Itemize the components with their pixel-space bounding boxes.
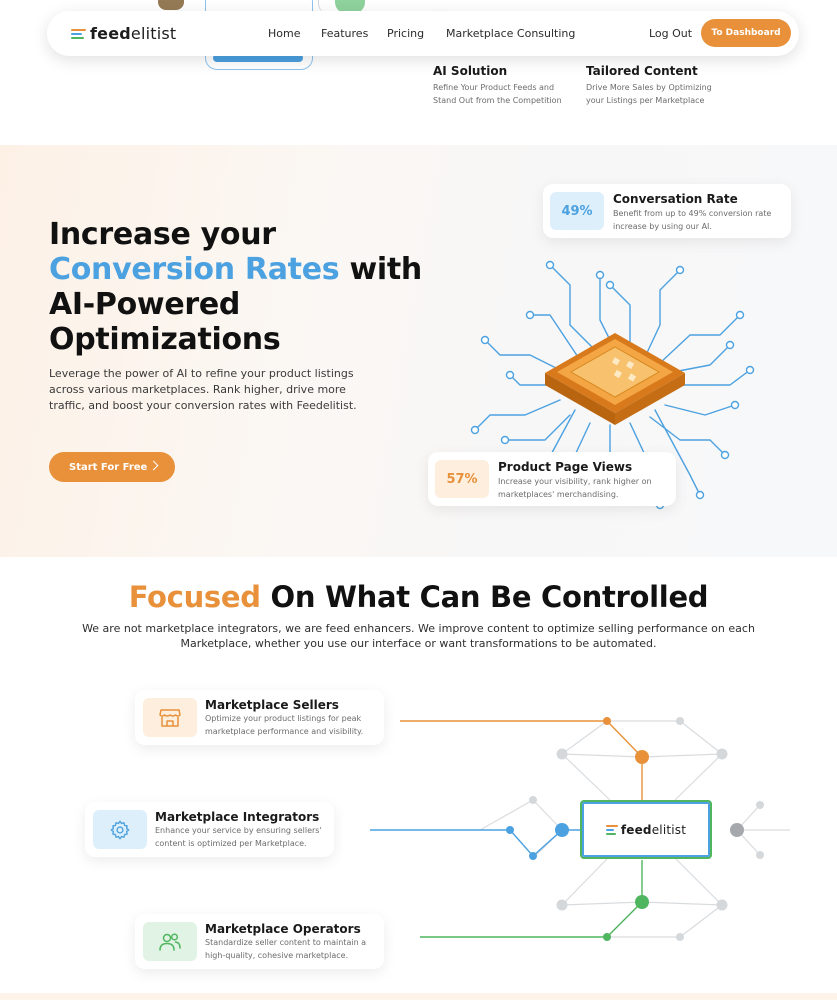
stat-card-conversion: 49% Conversation Rate Benefit from up to…: [543, 184, 791, 238]
top-navbar: feedelitist Home Features Pricing Market…: [47, 11, 799, 56]
stat-desc: Increase your visibility, rank higher on…: [498, 477, 652, 499]
users-icon: [143, 922, 197, 961]
nav-link-marketplace-consulting[interactable]: Marketplace Consulting: [446, 27, 575, 40]
start-for-free-label: Start For Free: [69, 461, 148, 473]
role-desc: Standardize seller content to maintain a…: [205, 938, 367, 960]
section-title: Focused On What Can Be Controlled: [0, 580, 837, 614]
brand-name-regular: elitist: [130, 24, 177, 43]
feature-tailored-content: Tailored Content Drive More Sales by Opt…: [586, 64, 731, 107]
stat-value: 49%: [550, 192, 604, 230]
logo-mark-icon: [71, 27, 87, 41]
feature-image-partial: [158, 0, 184, 10]
nav-link-pricing[interactable]: Pricing: [387, 27, 424, 40]
logout-link[interactable]: Log Out: [649, 27, 692, 40]
diagram-brand-box: feedelitist: [580, 800, 712, 859]
role-desc: Enhance your service by ensuring sellers…: [155, 826, 322, 848]
chevron-right-icon: [148, 460, 159, 471]
role-title: Marketplace Operators: [205, 922, 361, 936]
hero-title-line2: with: [339, 252, 422, 287]
stat-title: Conversation Rate: [613, 192, 738, 206]
role-card-sellers: Marketplace Sellers Optimize your produc…: [135, 690, 384, 745]
hero-title: Increase your Conversion Rates with AI-P…: [49, 217, 422, 357]
to-dashboard-button[interactable]: To Dashboard: [701, 19, 791, 47]
next-section-edge: [0, 993, 837, 1000]
gear-icon: [93, 810, 147, 849]
stat-desc: Benefit from up to 49% conversion rate i…: [613, 209, 772, 231]
brand-name-bold: feed: [620, 822, 652, 837]
section-title-rest: On What Can Be Controlled: [260, 580, 709, 614]
section-title-highlight: Focused: [128, 580, 261, 614]
start-for-free-button[interactable]: Start For Free: [49, 452, 175, 482]
hero-title-line1: Increase your: [49, 217, 276, 252]
brand-name-regular: elitist: [651, 822, 687, 837]
feature-desc: Refine Your Product Feeds and Stand Out …: [433, 83, 562, 105]
logo-mark-icon: [605, 824, 618, 835]
role-title: Marketplace Integrators: [155, 810, 320, 824]
ai-chip-illustration: [470, 260, 755, 510]
role-card-operators: Marketplace Operators Standardize seller…: [135, 914, 384, 969]
role-title: Marketplace Sellers: [205, 698, 339, 712]
stat-card-page-views: 57% Product Page Views Increase your vis…: [428, 452, 676, 506]
stat-value: 57%: [435, 460, 489, 498]
brand-name-bold: feed: [90, 24, 131, 43]
hero-title-line3: AI-Powered: [49, 287, 241, 322]
storefront-icon: [143, 698, 197, 737]
feature-title: Tailored Content: [586, 64, 698, 78]
hero-title-line4: Optimizations: [49, 322, 281, 357]
feature-ai-solution: AI Solution Refine Your Product Feeds an…: [433, 64, 578, 107]
stat-title: Product Page Views: [498, 460, 633, 474]
nav-link-home[interactable]: Home: [268, 27, 300, 40]
section-description: We are not marketplace integrators, we a…: [82, 622, 755, 650]
role-card-integrators: Marketplace Integrators Enhance your ser…: [85, 802, 334, 857]
hero-section: Increase your Conversion Rates with AI-P…: [0, 145, 837, 557]
brand-logo[interactable]: feedelitist: [71, 24, 176, 43]
hero-title-highlight: Conversion Rates: [49, 252, 340, 287]
role-desc: Optimize your product listings for peak …: [205, 714, 364, 736]
feature-title: AI Solution: [433, 64, 508, 78]
feature-desc: Drive More Sales by Optimizing your List…: [586, 83, 712, 105]
hero-description: Leverage the power of AI to refine your …: [49, 367, 357, 412]
nav-link-features[interactable]: Features: [321, 27, 368, 40]
